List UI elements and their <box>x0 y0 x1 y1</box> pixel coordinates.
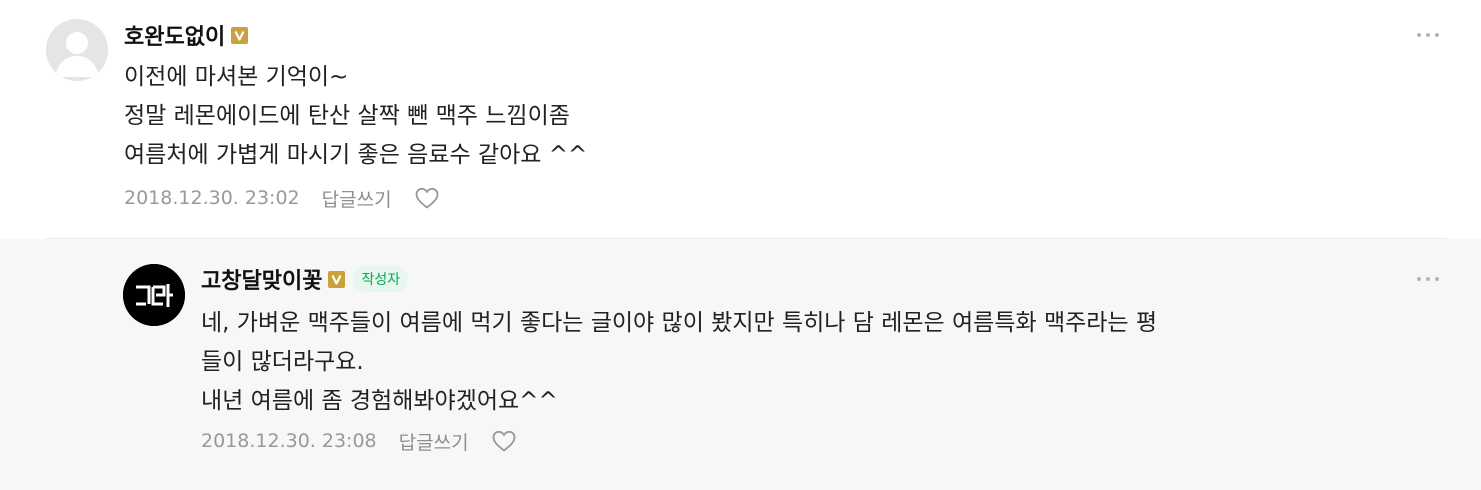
more-dots-icon[interactable] <box>1413 25 1443 45</box>
heart-outline-icon[interactable] <box>491 429 517 453</box>
default-profile-icon[interactable] <box>46 19 108 81</box>
comment-header: 호완도없이 <box>124 19 249 51</box>
comment-nickname[interactable]: 호완도없이 <box>124 19 225 51</box>
comment-text-line: 들이 많더라구요. <box>201 349 364 375</box>
comment-header: 고창달맞이꽃 작성자 <box>201 263 409 295</box>
comment-text-line: 내년 여름에 좀 경험해봐야겠어요^^ <box>201 388 558 414</box>
comment-item: 호완도없이 이전에 마셔본 기억이~ 정말 레몬에이드에 탄산 살짝 뺀 맥주 … <box>0 0 1481 238</box>
author-badge: 작성자 <box>353 266 409 292</box>
comment-text-line: 이전에 마셔본 기억이~ <box>124 64 349 90</box>
reply-button[interactable]: 답글쓰기 <box>322 185 392 212</box>
comment-timestamp: 2018.12.30. 23:02 <box>124 187 300 209</box>
comment-text: 이전에 마셔본 기억이~ 정말 레몬에이드에 탄산 살짝 뺀 맥주 느낌이좀 여… <box>124 58 587 175</box>
v-badge-icon <box>231 26 249 44</box>
comment-text-line: 여름처에 가볍게 마시기 좋은 음료수 같아요 ^^ <box>124 142 588 168</box>
comment-nickname[interactable]: 고창달맞이꽃 <box>201 263 322 295</box>
comment-meta: 2018.12.30. 23:02 답글쓰기 <box>124 183 440 213</box>
comment-timestamp: 2018.12.30. 23:08 <box>201 430 377 452</box>
blog-logo-avatar[interactable] <box>123 264 185 326</box>
more-dots-icon[interactable] <box>1413 269 1443 289</box>
heart-outline-icon[interactable] <box>414 186 440 210</box>
comment-text-line: 네, 가벼운 맥주들이 여름에 먹기 좋다는 글이야 많이 봤지만 특히나 담 … <box>201 310 1158 336</box>
reply-button[interactable]: 답글쓰기 <box>399 428 469 455</box>
comment-text: 네, 가벼운 맥주들이 여름에 먹기 좋다는 글이야 많이 봤지만 특히나 담 … <box>201 304 1157 421</box>
v-badge-icon <box>328 270 346 288</box>
comment-text-line: 정말 레몬에이드에 탄산 살짝 뺀 맥주 느낌이좀 <box>124 103 570 129</box>
comment-meta: 2018.12.30. 23:08 답글쓰기 <box>201 426 517 456</box>
